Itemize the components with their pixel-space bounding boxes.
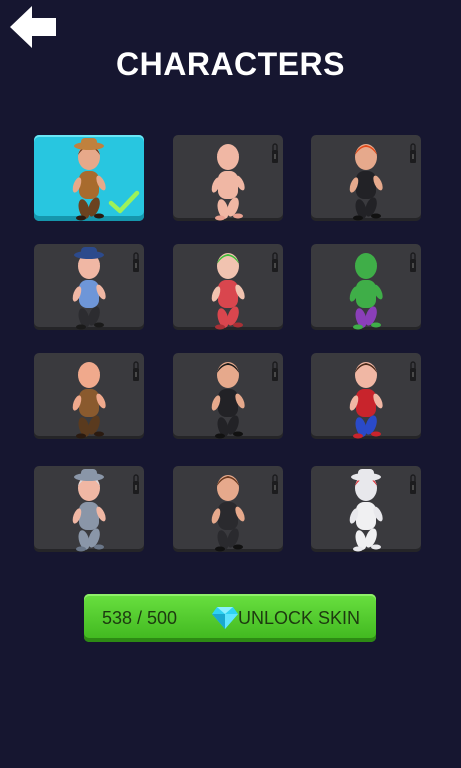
character-card-green-giant[interactable] bbox=[311, 244, 421, 330]
unlock-skin-label: UNLOCK SKIN bbox=[238, 608, 361, 628]
lock-icon bbox=[410, 252, 416, 272]
lock-icon bbox=[410, 143, 416, 163]
diamond-gem-icon bbox=[212, 607, 238, 629]
character-card-baby[interactable] bbox=[173, 135, 283, 221]
back-button[interactable] bbox=[8, 4, 60, 50]
character-figure bbox=[349, 253, 383, 330]
character-card-cowboy[interactable] bbox=[34, 135, 144, 221]
character-figure bbox=[72, 138, 106, 221]
character-figure bbox=[349, 144, 383, 221]
lock-icon bbox=[133, 474, 139, 494]
lock-icon bbox=[272, 361, 278, 381]
character-card-agent[interactable] bbox=[173, 466, 283, 552]
character-figure bbox=[72, 362, 106, 439]
unlock-skin-button[interactable]: 538 / 500 UNLOCK SKIN bbox=[84, 594, 376, 642]
character-card-skeleton[interactable] bbox=[311, 466, 421, 552]
character-figure bbox=[211, 475, 245, 552]
checkmark-icon bbox=[108, 190, 140, 214]
lock-icon bbox=[272, 252, 278, 272]
character-card-redhead[interactable] bbox=[311, 135, 421, 221]
page-title: CHARACTERS bbox=[116, 46, 345, 82]
lock-icon bbox=[272, 143, 278, 163]
character-card-joker[interactable] bbox=[173, 244, 283, 330]
character-card-hitman[interactable] bbox=[173, 353, 283, 439]
character-figure bbox=[72, 247, 106, 330]
back-arrow-icon bbox=[10, 6, 56, 48]
character-card-heroine[interactable] bbox=[311, 353, 421, 439]
character-card-wizard[interactable] bbox=[34, 466, 144, 552]
character-figure bbox=[349, 362, 383, 439]
character-figure bbox=[72, 469, 106, 552]
lock-icon bbox=[410, 361, 416, 381]
character-figure bbox=[211, 362, 245, 439]
lock-icon bbox=[410, 474, 416, 494]
lock-icon bbox=[133, 361, 139, 381]
character-grid bbox=[34, 135, 424, 555]
character-figure bbox=[211, 144, 245, 221]
character-figure bbox=[211, 253, 245, 330]
lock-icon bbox=[272, 474, 278, 494]
character-card-bald-man[interactable] bbox=[34, 353, 144, 439]
character-card-officer[interactable] bbox=[34, 244, 144, 330]
character-figure bbox=[349, 469, 383, 552]
lock-icon bbox=[133, 252, 139, 272]
gem-balance: 538 / 500 bbox=[102, 608, 178, 628]
